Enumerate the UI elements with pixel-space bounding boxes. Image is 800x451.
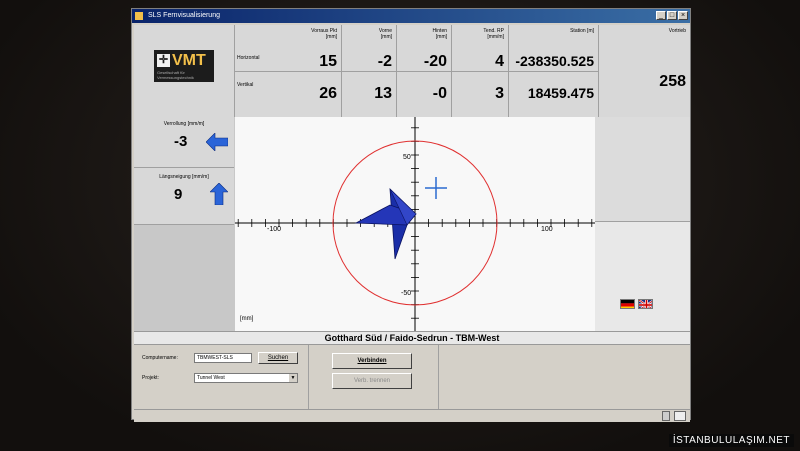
project-select[interactable]: Tunnel West ▼	[194, 373, 298, 383]
col-head-vortrieb: Vortrieb	[668, 28, 686, 34]
tick-label-x-neg: -100	[267, 226, 281, 233]
form-divider-2	[438, 345, 439, 409]
client-area: ✛ VMT Gesellschaft für Vermessungstechni…	[134, 25, 690, 422]
project-banner: Gotthard Süd / Faido-Sedrun - TBM-West	[134, 331, 690, 345]
rolling-box: Verrollung [mm/m] -3	[134, 117, 234, 168]
disconnect-button[interactable]: Verb. trennen	[332, 373, 412, 389]
header-col-vortrieb: Vortrieb 258	[599, 25, 690, 117]
vorraus-vertical-value: 26	[319, 85, 337, 102]
logo-brand: VMT	[172, 52, 206, 69]
tbm-head-marker	[354, 187, 417, 260]
station-horizontal-value: -238350.525	[515, 53, 594, 69]
scroll-arrows-icon[interactable]	[662, 411, 670, 421]
tick-label-y-neg: -50	[401, 290, 411, 297]
project-label: Projekt:	[142, 375, 159, 381]
hinten-vertical-value: -0	[432, 85, 447, 102]
vortrieb-value: 258	[659, 73, 686, 90]
tick-label-y-pos: 50	[403, 154, 411, 161]
language-flags	[620, 299, 653, 309]
plot-unit-label: [mm]	[240, 316, 254, 322]
target-crosshair	[425, 177, 447, 199]
watermark: İSTANBULULAŞIM.NET	[668, 434, 794, 447]
title-bar[interactable]: SLS Fernvisualisierung _ □ ×	[132, 9, 690, 23]
connection-form: Computername: TBMWEST-SLS Suchen Projekt…	[134, 345, 690, 409]
rolling-value: -3	[174, 133, 188, 150]
right-panel-top	[595, 117, 690, 222]
search-button[interactable]: Suchen	[258, 352, 298, 364]
left-panel: Verrollung [mm/m] -3 Längsneigung [mm/m]…	[134, 117, 235, 331]
station-vertical-value: 18459.475	[527, 85, 594, 101]
minimize-button[interactable]: _	[656, 11, 666, 20]
tick-label-x-pos: 100	[541, 226, 553, 233]
header-data-table: ✛ VMT Gesellschaft für Vermessungstechni…	[134, 25, 690, 117]
logo-tagline: Gesellschaft für Vermessungstechnik	[157, 70, 194, 80]
col-head-hinten: Hinten [mm]	[432, 28, 447, 40]
right-panel	[595, 117, 690, 331]
vorne-horizontal-value: -2	[377, 53, 392, 70]
logo-mark-icon: ✛	[157, 54, 170, 67]
arrow-left-icon	[206, 133, 228, 151]
computer-name-input[interactable]: TBMWEST-SLS	[194, 353, 252, 363]
rolling-label: Verrollung [mm/m]	[163, 121, 205, 127]
document-icon[interactable]	[674, 411, 686, 421]
german-flag-icon[interactable]	[620, 299, 635, 309]
arrow-up-icon	[210, 183, 228, 205]
maximize-button[interactable]: □	[667, 11, 677, 20]
pitch-label: Längsneigung [mm/m]	[159, 174, 209, 180]
window-title: SLS Fernvisualisierung	[148, 12, 220, 19]
col-head-vorne: Vorne [mm]	[378, 28, 392, 40]
vmt-logo: ✛ VMT Gesellschaft für Vermessungstechni…	[154, 50, 214, 82]
form-divider-1	[308, 345, 309, 409]
computer-name-label: Computername:	[142, 355, 178, 361]
col-head-vorraus: Vorraus Pkt [mm]	[311, 28, 337, 40]
chevron-down-icon[interactable]: ▼	[289, 374, 297, 382]
tend-rp-vertical-value: 3	[495, 85, 504, 102]
window-controls: _ □ ×	[656, 11, 688, 20]
tend-rp-horizontal-value: 4	[495, 53, 504, 70]
logo-cell: ✛ VMT Gesellschaft für Vermessungstechni…	[134, 25, 235, 117]
pitch-box: Längsneigung [mm/m] 9	[134, 168, 234, 225]
status-bar	[134, 409, 690, 422]
uk-flag-icon[interactable]	[638, 299, 653, 309]
deviation-plot: -100 100 50 -50 [mm]	[235, 117, 595, 331]
col-head-station: Station [m]	[570, 28, 594, 34]
plot-svg: -100 100 50 -50 [mm]	[235, 117, 595, 331]
row-label-vertical: Vertikal	[237, 82, 254, 88]
close-button[interactable]: ×	[678, 11, 688, 20]
hinten-horizontal-value: -20	[423, 53, 447, 70]
pitch-value: 9	[174, 186, 183, 203]
vorne-vertical-value: 13	[374, 85, 392, 102]
app-icon	[135, 12, 143, 20]
vorraus-horizontal-value: 15	[319, 53, 337, 70]
header-row-divider	[235, 71, 599, 72]
connect-button[interactable]: Verbinden	[332, 353, 412, 369]
col-head-tend-rp: Tend. RP [mm/m]	[483, 28, 504, 40]
row-label-horizontal: Horizontal	[237, 55, 260, 61]
app-window: SLS Fernvisualisierung _ □ × ✛ VMT Gesel…	[131, 8, 691, 422]
